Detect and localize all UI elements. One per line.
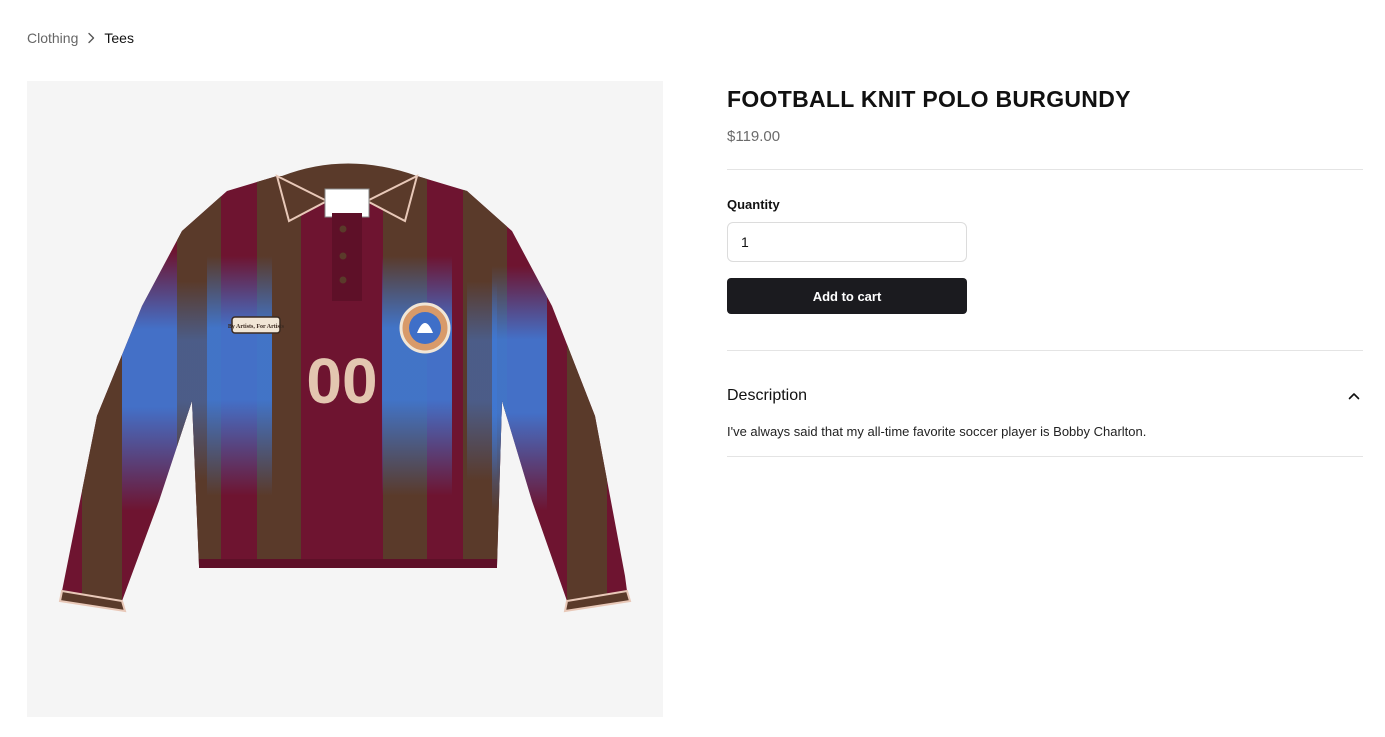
quantity-label: Quantity [727, 197, 780, 212]
product-info: FOOTBALL KNIT POLO BURGUNDY $119.00 Quan… [727, 81, 1363, 457]
description-text: I've always said that my all-time favori… [727, 424, 1147, 439]
breadcrumb-link-clothing[interactable]: Clothing [27, 30, 78, 46]
quantity-input[interactable] [727, 222, 967, 262]
breadcrumb-current: Tees [104, 30, 134, 46]
polo-shirt-illustration: By Artists, For Artists 00 [58, 163, 632, 613]
divider [727, 169, 1363, 170]
description-heading: Description [727, 387, 808, 404]
breadcrumb: Clothing Tees [27, 30, 134, 46]
product-price: $119.00 [727, 128, 781, 145]
product-image[interactable]: By Artists, For Artists 00 [27, 81, 663, 717]
description-accordion-toggle[interactable]: Description [727, 387, 1363, 405]
add-to-cart-button[interactable]: Add to cart [727, 278, 967, 314]
chevron-up-icon [1347, 389, 1361, 403]
svg-text:By Artists, For Artists: By Artists, For Artists [228, 324, 285, 330]
chevron-right-icon [86, 32, 96, 44]
svg-text:00: 00 [306, 345, 377, 417]
divider [727, 350, 1363, 351]
divider [727, 456, 1363, 457]
product-title: FOOTBALL KNIT POLO BURGUNDY [727, 86, 1131, 112]
